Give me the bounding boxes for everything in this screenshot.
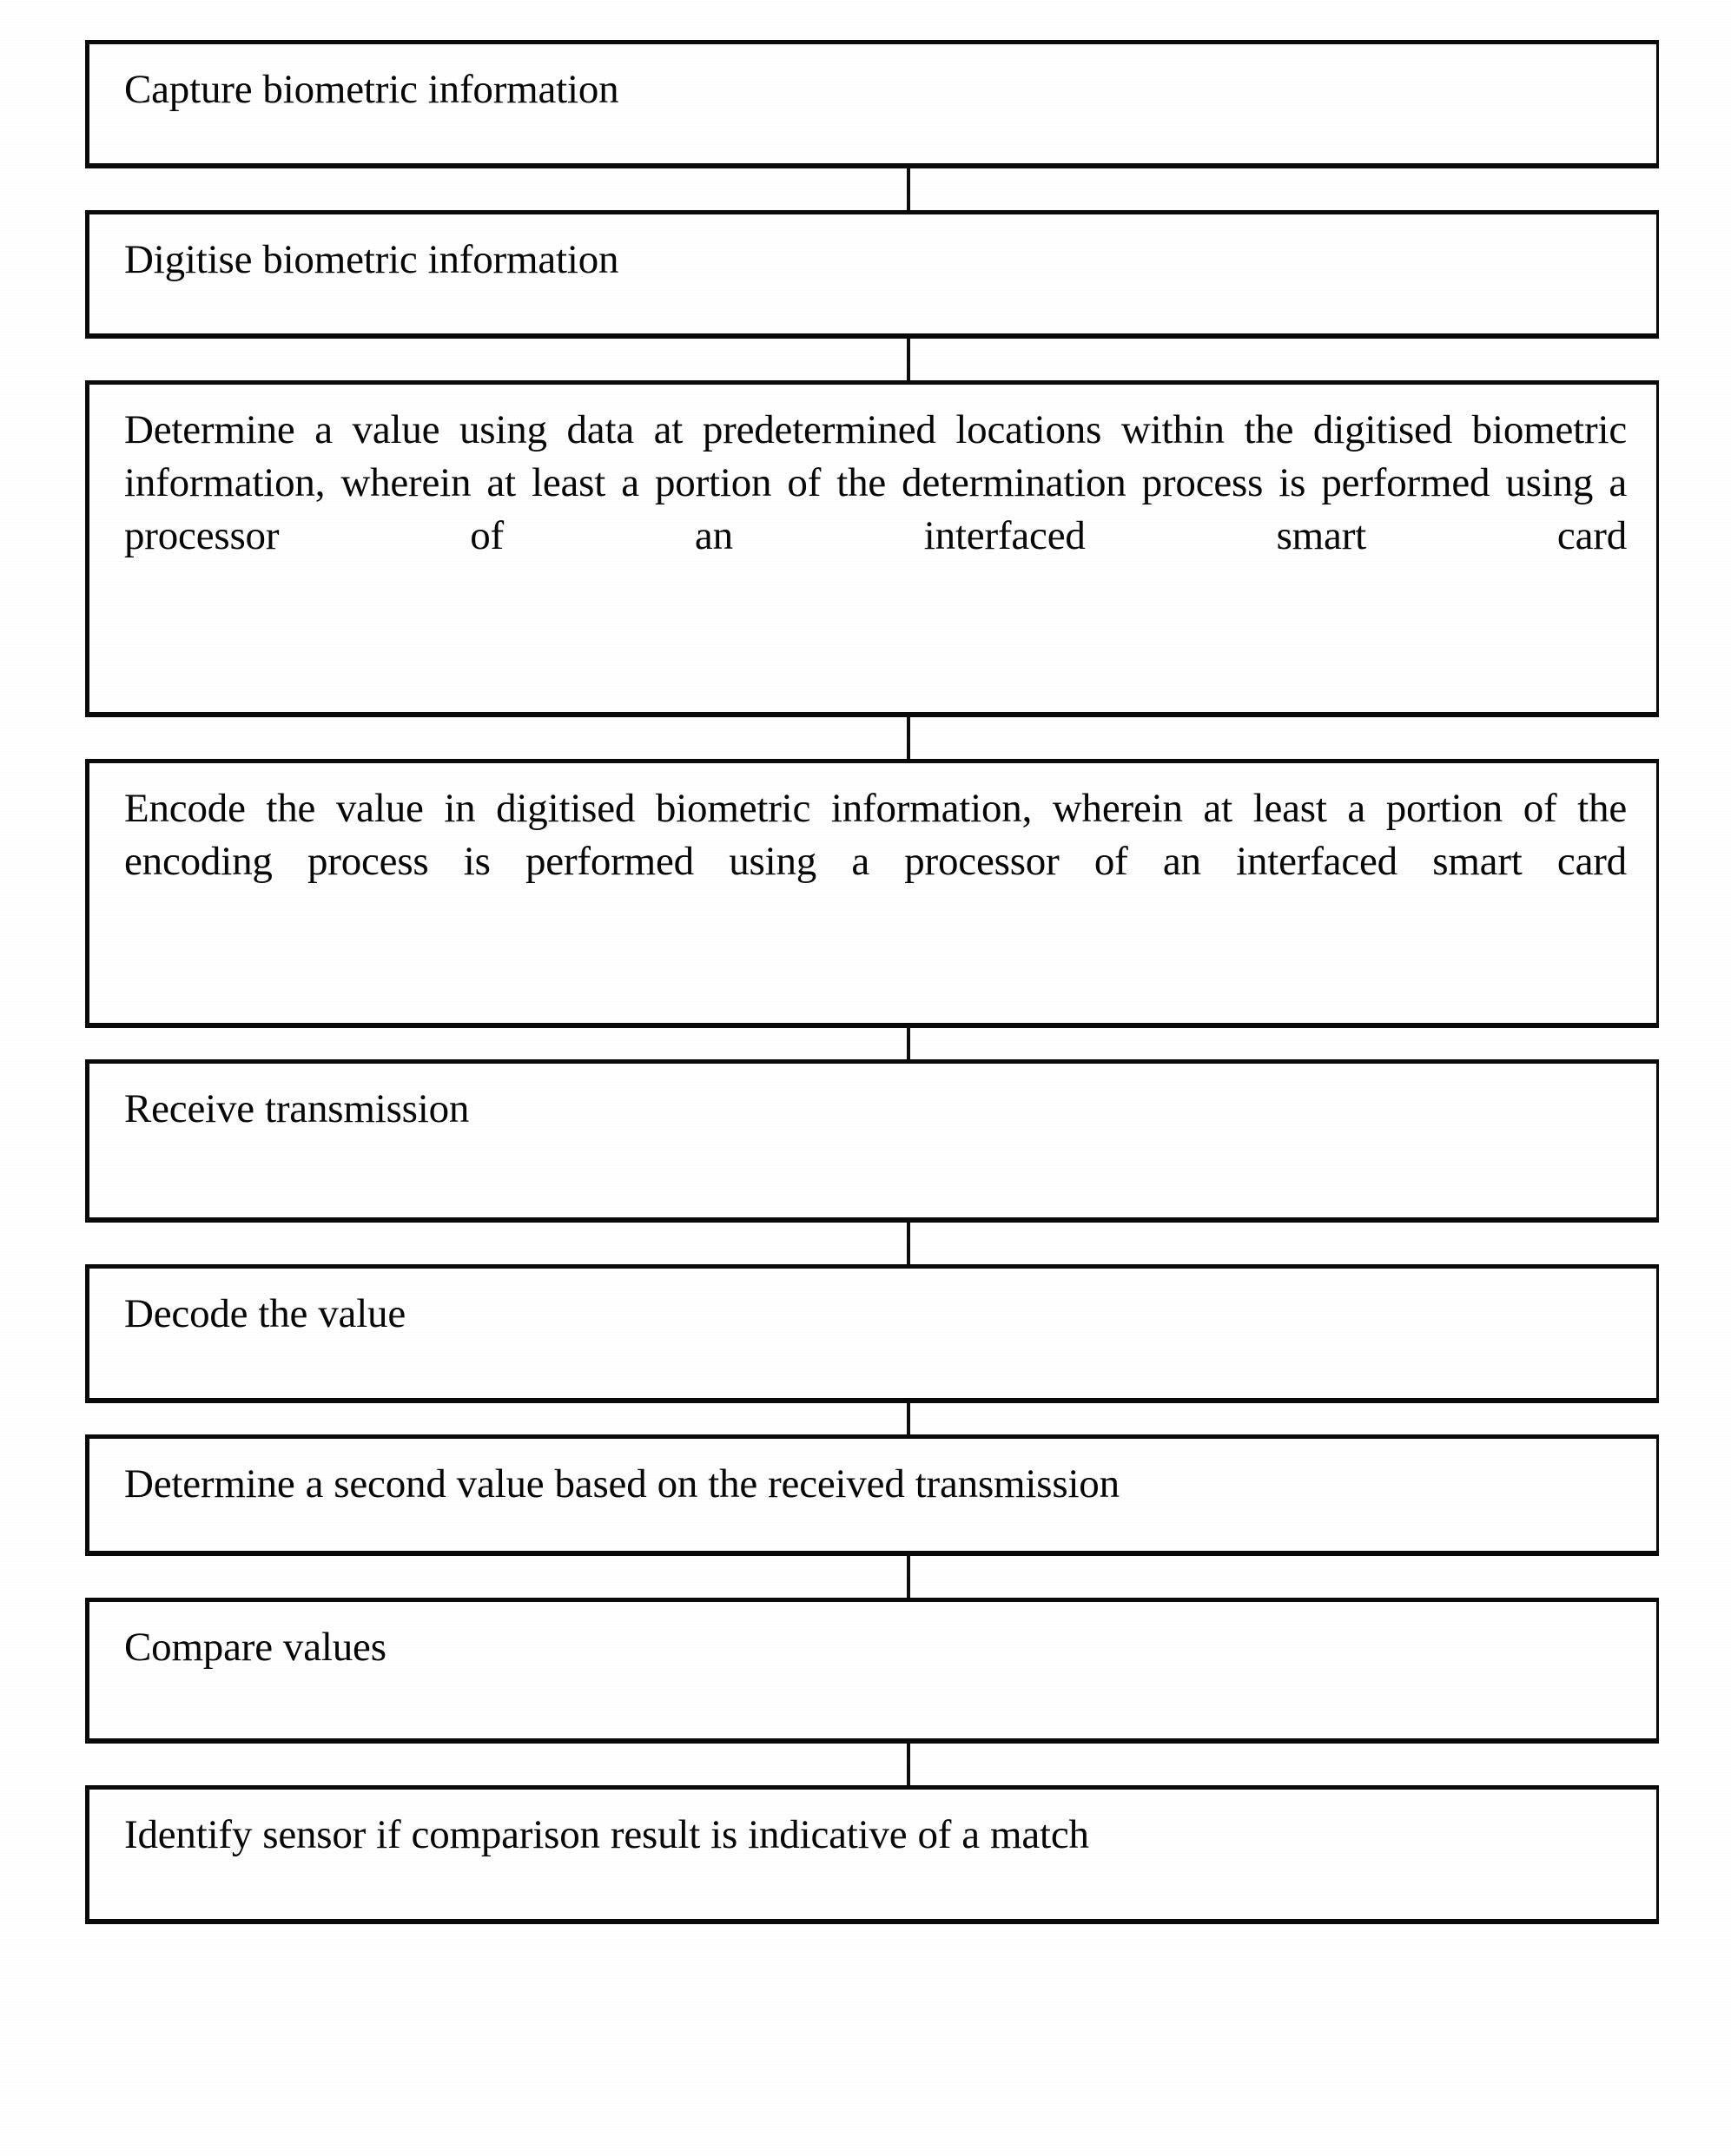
- flow-step-label: Determine a value using data at predeter…: [124, 407, 1627, 559]
- flow-connector-1-2: [85, 167, 1659, 212]
- flow-step-capture-biometric-information: Capture biometric information: [85, 40, 1659, 168]
- flow-connector-2-3: [85, 337, 1659, 382]
- flow-connector-7-8: [85, 1554, 1659, 1599]
- flow-step-label: Compare values: [124, 1625, 387, 1670]
- flow-step-digitise-biometric-information: Digitise biometric information: [85, 210, 1659, 339]
- flow-step-encode-the-value: Encode the value in digitised biometric …: [85, 759, 1659, 1028]
- connector-line: [906, 1221, 910, 1266]
- flow-connector-8-9: [85, 1742, 1659, 1787]
- connector-line: [906, 337, 910, 382]
- flow-step-compare-values: Compare values: [85, 1598, 1659, 1744]
- flow-step-label: Identify sensor if comparison result is …: [124, 1812, 1089, 1857]
- flow-step-determine-a-second-value: Determine a second value based on the re…: [85, 1434, 1659, 1556]
- flow-connector-6-7: [85, 1401, 1659, 1436]
- connector-line: [906, 1742, 910, 1787]
- flow-connector-4-5: [85, 1026, 1659, 1061]
- flow-step-determine-a-value: Determine a value using data at predeter…: [85, 380, 1659, 717]
- flow-connector-3-4: [85, 715, 1659, 761]
- connector-line: [906, 715, 910, 761]
- connector-line: [906, 1554, 910, 1599]
- flow-step-receive-transmission: Receive transmission: [85, 1059, 1659, 1223]
- flow-connector-5-6: [85, 1221, 1659, 1266]
- flow-step-label: Receive transmission: [124, 1086, 470, 1131]
- flow-step-label: Capture biometric information: [124, 67, 619, 112]
- connector-line: [906, 1401, 910, 1436]
- flowchart-figure: Capture biometric information Digitise b…: [0, 0, 1731, 2156]
- flow-step-label: Encode the value in digitised biometric …: [124, 786, 1627, 885]
- flow-step-label: Determine a second value based on the re…: [124, 1461, 1120, 1507]
- flow-step-decode-the-value: Decode the value: [85, 1264, 1659, 1403]
- flow-step-label: Digitise biometric information: [124, 237, 619, 282]
- flowchart-body: Capture biometric information Digitise b…: [85, 40, 1659, 1924]
- flow-step-label: Decode the value: [124, 1291, 406, 1336]
- connector-line: [906, 167, 910, 212]
- connector-line: [906, 1026, 910, 1061]
- flow-step-identify-sensor: Identify sensor if comparison result is …: [85, 1785, 1659, 1924]
